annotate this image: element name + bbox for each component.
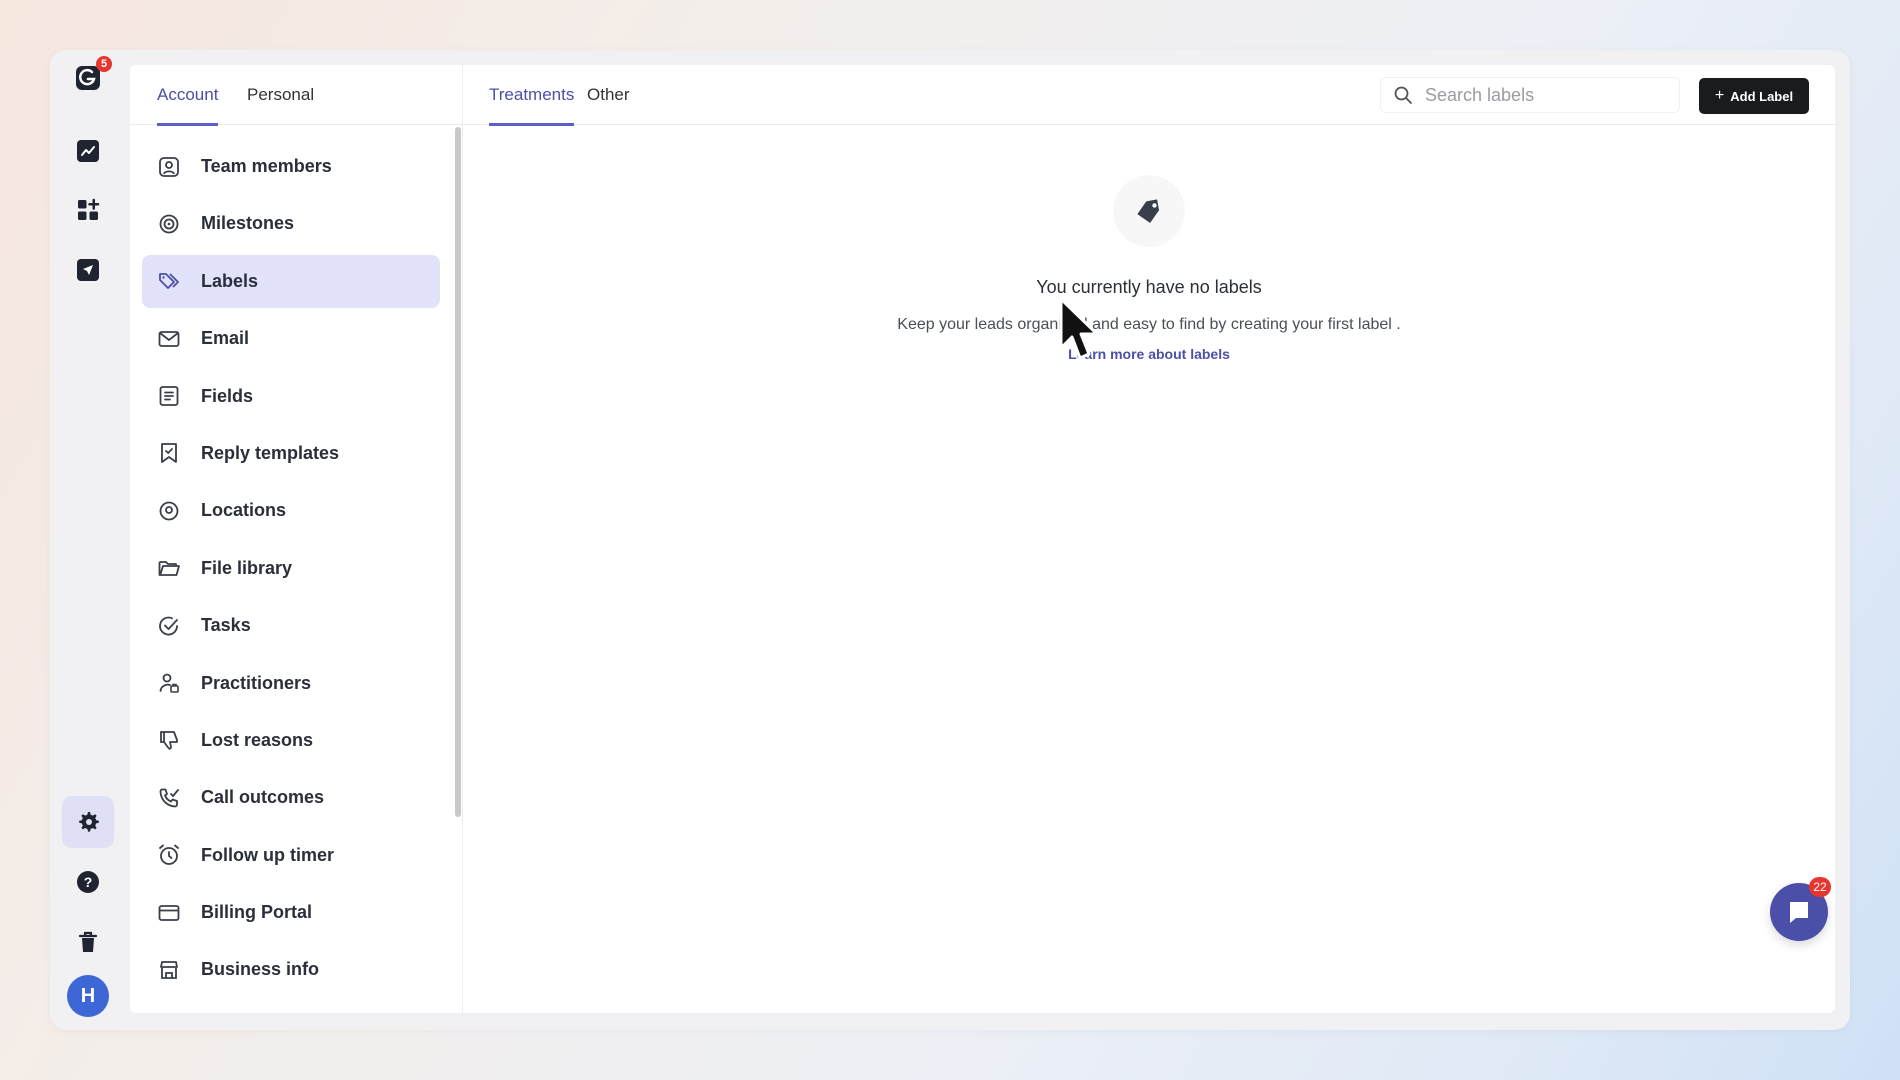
store-icon bbox=[156, 957, 182, 983]
tab-other[interactable]: Other bbox=[587, 65, 630, 125]
menu-item-team-members[interactable]: Team members bbox=[142, 140, 440, 193]
menu-label: Follow up timer bbox=[201, 844, 334, 865]
search-icon bbox=[1381, 85, 1425, 105]
icon-rail: 5 ? H bbox=[50, 50, 125, 1030]
sidebar-scrollbar[interactable] bbox=[455, 127, 461, 817]
phone-icon bbox=[156, 785, 182, 811]
menu-label: Milestones bbox=[201, 213, 295, 234]
menu-label: Email bbox=[201, 328, 250, 349]
menu-label: Locations bbox=[201, 500, 287, 521]
menu-label: Tasks bbox=[201, 615, 251, 636]
menu-label: Billing Portal bbox=[201, 902, 313, 923]
menu-label: File library bbox=[201, 557, 293, 578]
menu-item-fields[interactable]: Fields bbox=[142, 370, 440, 423]
tab-personal[interactable]: Personal bbox=[247, 65, 314, 125]
menu-item-tasks[interactable]: Tasks bbox=[142, 599, 440, 652]
menu-item-file-library[interactable]: File library bbox=[142, 542, 440, 595]
add-label-button[interactable]: + Add Label bbox=[1699, 78, 1809, 114]
rail-settings-button[interactable] bbox=[62, 796, 114, 848]
user-avatar[interactable]: H bbox=[67, 975, 109, 1017]
tag-icon bbox=[1113, 175, 1185, 247]
team-member-icon bbox=[156, 154, 182, 180]
mouse-cursor-icon bbox=[1059, 297, 1099, 360]
menu-item-milestones[interactable]: Milestones bbox=[142, 197, 440, 250]
rail-apps-button[interactable] bbox=[62, 184, 114, 236]
menu-item-email[interactable]: Email bbox=[142, 312, 440, 365]
settings-sidebar: Account Personal Team members Milestones… bbox=[130, 65, 463, 1013]
plus-icon: + bbox=[1714, 87, 1725, 104]
rail-help-button[interactable]: ? bbox=[62, 856, 114, 908]
menu-item-labels[interactable]: Labels bbox=[142, 254, 440, 308]
email-icon bbox=[156, 326, 182, 352]
rail-campaigns-button[interactable] bbox=[62, 244, 114, 296]
svg-text:?: ? bbox=[84, 874, 93, 890]
menu-label: Reply templates bbox=[201, 442, 340, 463]
folder-icon bbox=[156, 555, 182, 581]
search-box bbox=[1380, 77, 1680, 113]
chat-badge: 22 bbox=[1809, 877, 1831, 897]
menu-item-business-info[interactable]: Business info bbox=[142, 943, 440, 996]
fields-icon bbox=[156, 383, 182, 409]
search-input[interactable] bbox=[1425, 84, 1665, 106]
add-label-text: Add Label bbox=[1730, 88, 1794, 104]
menu-label: Fields bbox=[201, 385, 254, 406]
menu-label: Business info bbox=[201, 959, 320, 980]
menu-label: Call outcomes bbox=[201, 787, 325, 808]
rail-analytics-button[interactable] bbox=[62, 125, 114, 177]
menu-label: Team members bbox=[201, 156, 332, 176]
trash-icon bbox=[78, 931, 98, 952]
check-circle-icon bbox=[156, 613, 182, 639]
notification-badge: 5 bbox=[96, 56, 112, 72]
menu-item-lost-reasons[interactable]: Lost reasons bbox=[142, 714, 440, 767]
menu-label: Practitioners bbox=[201, 672, 312, 693]
label-icon bbox=[156, 268, 182, 294]
practitioner-icon bbox=[156, 670, 182, 696]
menu-item-call-outcomes[interactable]: Call outcomes bbox=[142, 771, 440, 824]
menu-label: Lost reasons bbox=[201, 729, 314, 750]
credit-card-icon bbox=[156, 900, 182, 926]
label-type-tabs: Treatments Other + Add Label bbox=[463, 65, 1835, 126]
menu-item-practitioners[interactable]: Practitioners bbox=[142, 657, 440, 710]
empty-subtitle: Keep your leads organised and easy to fi… bbox=[897, 316, 1401, 333]
rail-trash-button[interactable] bbox=[62, 916, 114, 968]
chat-icon bbox=[1790, 902, 1808, 923]
menu-item-follow-up-timer[interactable]: Follow up timer bbox=[142, 829, 440, 882]
menu-item-reply-templates[interactable]: Reply templates bbox=[142, 427, 440, 480]
chat-launcher-button[interactable]: 22 bbox=[1770, 877, 1831, 941]
empty-title: You currently have no labels bbox=[1036, 277, 1262, 297]
tab-account[interactable]: Account bbox=[157, 65, 219, 126]
settings-panel: Account Personal Team members Milestones… bbox=[130, 65, 1835, 1013]
location-pin-icon bbox=[156, 498, 182, 524]
tab-treatments[interactable]: Treatments bbox=[489, 65, 575, 126]
settings-tabs: Account Personal bbox=[130, 65, 463, 126]
bookmark-icon bbox=[156, 440, 182, 466]
thumbs-down-icon bbox=[156, 727, 182, 753]
apps-icon bbox=[78, 198, 100, 220]
alarm-clock-icon bbox=[156, 842, 182, 868]
menu-label: Labels bbox=[201, 270, 259, 291]
analytics-icon bbox=[77, 140, 99, 162]
send-icon bbox=[77, 259, 99, 281]
labels-content: Treatments Other + Add Label You current bbox=[463, 65, 1835, 1013]
help-icon: ? bbox=[77, 871, 99, 893]
settings-menu: Team members Milestones Labels Email Fie… bbox=[142, 140, 440, 1001]
gear-icon bbox=[79, 812, 99, 832]
menu-item-billing-portal[interactable]: Billing Portal bbox=[142, 886, 440, 939]
empty-state: You currently have no labels Keep your l… bbox=[463, 175, 1835, 364]
milestone-icon bbox=[156, 211, 182, 237]
app-logo-button[interactable]: 5 bbox=[62, 52, 114, 104]
menu-item-locations[interactable]: Locations bbox=[142, 484, 440, 537]
